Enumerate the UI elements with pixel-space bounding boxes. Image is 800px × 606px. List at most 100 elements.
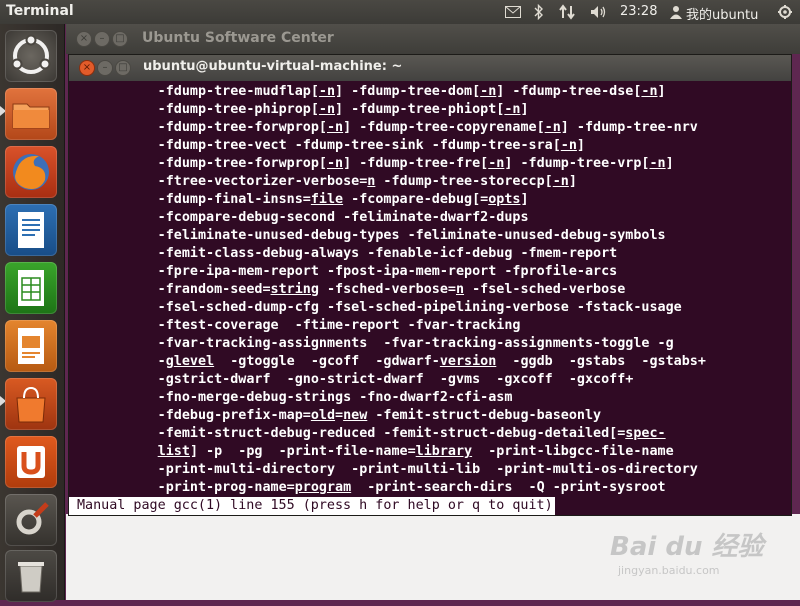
man-text: ] -fdump-tree-phiopt[	[335, 102, 505, 117]
user-icon[interactable]	[668, 0, 684, 24]
man-text: =	[335, 408, 344, 423]
man-text: -fvar-tracking-assignments -fvar-trackin…	[69, 336, 674, 351]
terminal-title: ubuntu@ubuntu-virtual-machine: ~	[143, 59, 403, 74]
man-text: -ftree-vectorizer-verbose=	[69, 174, 368, 189]
man-text: -femit-struct-debug-baseonly	[367, 408, 602, 423]
network-arrows-icon[interactable]	[556, 0, 578, 24]
terminal-line: -fdump-tree-forwprop[-n] -fdump-tree-fre…	[69, 155, 674, 173]
terminal-line: -ftest-coverage -ftime-report -fvar-trac…	[69, 317, 521, 335]
terminal-titlebar[interactable]: × – □ ubuntu@ubuntu-virtual-machine: ~	[69, 55, 791, 81]
man-argument: -n	[560, 138, 577, 153]
man-text: -gtoggle -gcoff -gdwarf-	[214, 354, 440, 369]
terminal-line: -print-prog-name=program -print-search-d…	[69, 479, 666, 497]
man-text: -fdump-tree-phiprop[	[69, 102, 319, 117]
minimize-icon[interactable]: –	[97, 60, 113, 76]
settings-tools-icon	[16, 502, 49, 535]
man-text: -ggdb -gstabs -gstabs+	[496, 354, 706, 369]
launcher-trash[interactable]	[5, 550, 57, 602]
pager-status-line: Manual page gcc(1) line 155 (press h for…	[69, 497, 555, 515]
man-argument: old	[310, 408, 336, 423]
man-argument: list	[157, 444, 190, 459]
man-text: ] -fdump-tree-dse[	[496, 84, 642, 99]
man-argument: -n	[649, 156, 666, 171]
volume-icon[interactable]	[588, 0, 610, 24]
maximize-icon[interactable]: □	[115, 60, 131, 76]
man-text: -fsched-verbose=	[318, 282, 456, 297]
man-argument: version	[439, 354, 497, 369]
launcher-files[interactable]	[5, 88, 57, 140]
terminal-line: -fpre-ipa-mem-report -fpost-ipa-mem-repo…	[69, 263, 618, 281]
clock[interactable]: 23:28	[620, 4, 657, 19]
trash-icon	[18, 562, 44, 593]
launcher-software-center[interactable]	[5, 378, 57, 430]
terminal-line: -glevel -gtoggle -gcoff -gdwarf-version …	[69, 353, 706, 371]
launcher-system-settings[interactable]	[5, 494, 57, 546]
terminal-line: -fdump-final-insns=file -fcompare-debug[…	[69, 191, 529, 209]
launcher-firefox[interactable]	[5, 146, 57, 198]
man-argument: n	[455, 282, 465, 297]
terminal-window[interactable]: × – □ ubuntu@ubuntu-virtual-machine: ~ -…	[68, 54, 792, 516]
man-argument: -n	[318, 84, 336, 99]
man-text: -print-multi-directory -print-multi-lib …	[69, 462, 698, 477]
background-window-title: Ubuntu Software Center	[142, 30, 334, 46]
man-argument: level	[173, 354, 215, 369]
terminal-line: -fcompare-debug-second -feliminate-dwarf…	[69, 209, 529, 227]
man-argument: -n	[480, 84, 497, 99]
terminal-line: -fdump-tree-forwprop[-n] -fdump-tree-cop…	[69, 119, 698, 137]
man-text: -print-prog-name=	[69, 480, 295, 495]
launcher-impress[interactable]	[5, 320, 57, 372]
man-text: ]	[520, 102, 529, 117]
terminal-line: -fvar-tracking-assignments -fvar-trackin…	[69, 335, 674, 353]
launcher-calc[interactable]	[5, 262, 57, 314]
user-name[interactable]: 我的ubuntu	[686, 4, 758, 23]
man-text: -fdump-tree-vect -fdump-tree-sink -fdump…	[69, 138, 561, 153]
man-text: -gstrict-dwarf -gno-strict-dwarf -gvms -…	[69, 372, 634, 387]
man-text: ] -fdump-tree-vrp[	[504, 156, 650, 171]
man-text: -fdump-tree-forwprop[	[69, 120, 327, 135]
man-argument: library	[415, 444, 473, 459]
close-icon[interactable]: ×	[79, 60, 95, 76]
man-argument: -n	[504, 102, 521, 117]
impress-presentation-icon	[18, 328, 44, 364]
man-text: -fdump-tree-mudflap[	[69, 84, 319, 99]
mail-icon[interactable]	[502, 0, 524, 24]
launcher-ubuntu-one[interactable]	[5, 436, 57, 488]
ubuntu-one-icon	[17, 446, 45, 478]
man-text: ] -p -pg -print-file-name=	[189, 444, 416, 459]
terminal-line: list] -p -pg -print-file-name=library -p…	[69, 443, 674, 461]
man-text: -femit-class-debug-always -fenable-icf-d…	[69, 246, 618, 261]
man-argument: -n	[552, 174, 569, 189]
man-text: ]	[520, 192, 529, 207]
launcher-writer[interactable]	[5, 204, 57, 256]
calc-spreadsheet-icon	[18, 270, 44, 306]
shopping-bag-icon	[16, 386, 46, 423]
launcher	[0, 24, 65, 602]
close-icon[interactable]: ×	[76, 31, 92, 47]
terminal-line: -femit-struct-debug-reduced -femit-struc…	[69, 425, 666, 443]
man-text: -print-search-dirs -Q -print-sysroot	[351, 480, 666, 495]
man-text: -fdump-tree-forwprop[	[69, 156, 327, 171]
man-text: -fdump-final-insns=	[69, 192, 311, 207]
terminal-line: -fdebug-prefix-map=old=new -femit-struct…	[69, 407, 601, 425]
maximize-icon[interactable]: □	[112, 31, 128, 47]
launcher-dash-home[interactable]	[5, 30, 57, 82]
man-text: -fpre-ipa-mem-report -fpost-ipa-mem-repo…	[69, 264, 618, 279]
bluetooth-icon[interactable]	[530, 0, 548, 24]
minimize-icon[interactable]: –	[94, 31, 110, 47]
baidu-watermark: Bai du 经验	[610, 532, 764, 562]
man-argument: file	[310, 192, 344, 207]
terminal-line: -ftree-vectorizer-verbose=n -fdump-tree-…	[69, 173, 577, 191]
man-text: -fdebug-prefix-map=	[69, 408, 311, 423]
ubuntu-logo-icon	[11, 34, 51, 74]
man-argument: program	[294, 480, 352, 495]
terminal-line: -frandom-seed=string -fsched-verbose=n -…	[69, 281, 626, 299]
man-argument: -n	[641, 84, 658, 99]
man-text: ]	[568, 174, 577, 189]
man-argument: spec-	[625, 426, 666, 441]
background-window-titlebar[interactable]: × – □ Ubuntu Software Center	[66, 24, 800, 54]
man-text: -g	[69, 354, 174, 369]
power-gear-icon[interactable]	[774, 0, 796, 24]
man-text: -femit-struct-debug-reduced -femit-struc…	[69, 426, 626, 441]
terminal-screen[interactable]: -fdump-tree-mudflap[-n] -fdump-tree-dom[…	[69, 82, 791, 512]
man-argument: -n	[326, 156, 344, 171]
